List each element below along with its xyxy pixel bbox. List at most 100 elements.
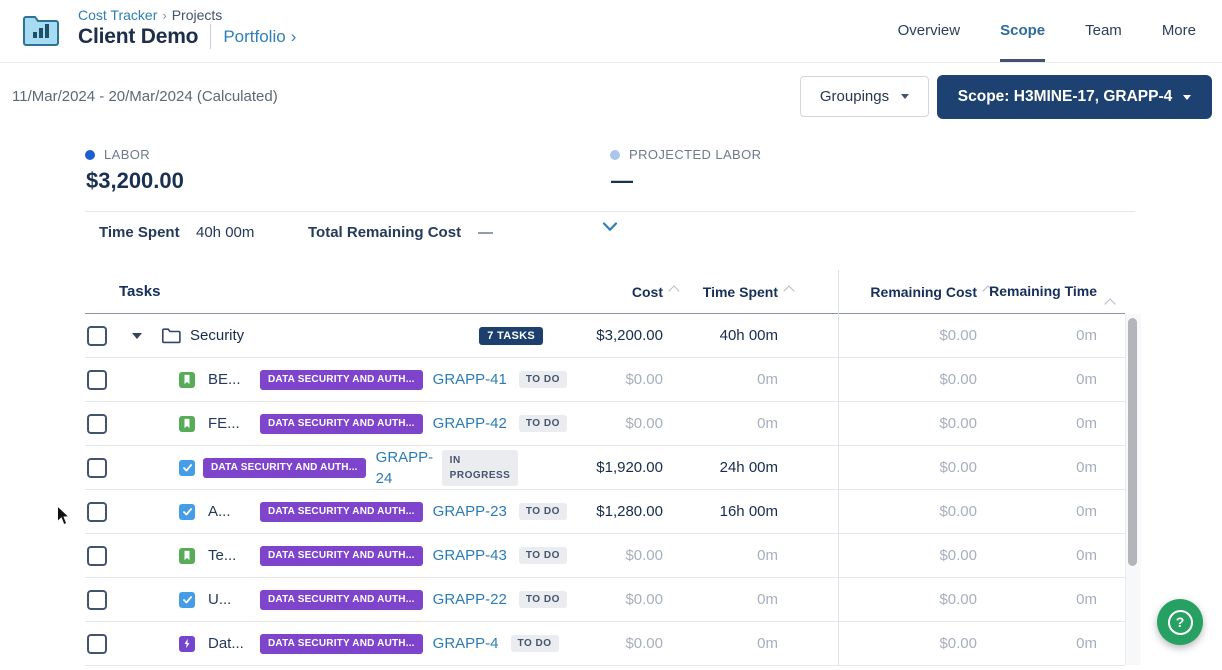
cost-value: $0.00 xyxy=(548,547,663,564)
remaining-cost-value: $0.00 xyxy=(838,503,977,520)
vertical-scrollbar-thumb[interactable] xyxy=(1128,318,1137,566)
epic-label-badge[interactable]: DATA SECURITY AND AUTH... xyxy=(260,370,423,390)
page-title: Client Demo xyxy=(78,25,198,49)
tab-team[interactable]: Team xyxy=(1085,0,1122,62)
remaining-cost-value: $0.00 xyxy=(838,371,977,388)
collapse-summary-chevron-icon[interactable] xyxy=(602,220,618,238)
row-checkbox[interactable] xyxy=(87,414,107,434)
status-badge[interactable]: IN PROGRESS xyxy=(442,450,518,486)
task-title: A... xyxy=(208,503,252,520)
cost-tracker-scope-page: Cost Tracker › Projects Client Demo Portfo… xyxy=(0,0,1222,670)
row-checkbox[interactable] xyxy=(87,502,107,522)
task-icon xyxy=(179,592,195,608)
task-title: FE... xyxy=(208,415,252,432)
remaining-cost-value: $0.00 xyxy=(838,459,977,476)
remaining-time-value: 0m xyxy=(977,591,1097,608)
issue-key-link[interactable]: GRAPP-4 xyxy=(433,635,499,652)
remaining-time-value: 0m xyxy=(977,547,1097,564)
table-row: BE... DATA SECURITY AND AUTH... GRAPP-41… xyxy=(85,358,1125,402)
epic-icon xyxy=(179,636,195,652)
task-title: Dat... xyxy=(208,635,252,652)
task-cell: Te... DATA SECURITY AND AUTH... GRAPP-43… xyxy=(85,546,548,566)
story-icon xyxy=(179,548,195,564)
table-body: BE... DATA SECURITY AND AUTH... GRAPP-41… xyxy=(85,358,1125,666)
remaining-cost-value: $0.00 xyxy=(838,415,977,432)
tab-more[interactable]: More xyxy=(1162,0,1196,62)
column-header-remaining-cost[interactable]: Remaining Cost xyxy=(838,284,977,300)
row-checkbox[interactable] xyxy=(87,458,107,478)
row-checkbox[interactable] xyxy=(87,370,107,390)
table-row: A... DATA SECURITY AND AUTH... GRAPP-23 … xyxy=(85,490,1125,534)
remaining-cost-value: $0.00 xyxy=(838,591,977,608)
group-cost-value: $3,200.00 xyxy=(548,327,663,344)
epic-label-badge[interactable]: DATA SECURITY AND AUTH... xyxy=(260,502,423,522)
task-title: BE... xyxy=(208,371,252,388)
epic-label-badge[interactable]: DATA SECURITY AND AUTH... xyxy=(203,458,366,478)
issue-key-link[interactable]: GRAPP-43 xyxy=(433,547,507,564)
expand-collapse-caret-icon[interactable] xyxy=(132,333,142,339)
title-divider xyxy=(210,24,211,49)
tab-scope[interactable]: Scope xyxy=(1000,0,1045,62)
column-header-cost[interactable]: Cost xyxy=(548,284,663,300)
group-name: Security xyxy=(190,327,244,344)
breadcrumb-separator: › xyxy=(162,8,166,23)
row-checkbox[interactable] xyxy=(87,590,107,610)
help-button[interactable]: ? xyxy=(1157,599,1203,645)
issue-key-link[interactable]: GRAPP-41 xyxy=(433,371,507,388)
table-header-row: Tasks Cost Time Spent Remaining Cost Rem… xyxy=(85,270,1125,314)
groupings-dropdown-button[interactable]: Groupings xyxy=(800,76,929,117)
task-title: U... xyxy=(208,591,252,608)
task-icon xyxy=(179,460,195,476)
task-count-badge: 7 TASKS xyxy=(479,327,543,345)
issue-key-link[interactable]: GRAPP-22 xyxy=(433,591,507,608)
group-remaining-cost-value: $0.00 xyxy=(838,327,977,344)
task-cell: Dat... DATA SECURITY AND AUTH... GRAPP-4… xyxy=(85,634,548,654)
epic-label-badge[interactable]: DATA SECURITY AND AUTH... xyxy=(260,634,423,654)
cost-value: $1,920.00 xyxy=(548,459,663,476)
remaining-time-value: 0m xyxy=(977,635,1097,652)
sort-caret-icon xyxy=(1104,298,1115,309)
issue-key-link[interactable]: GRAPP-42 xyxy=(433,415,507,432)
row-checkbox[interactable] xyxy=(87,546,107,566)
question-mark-icon: ? xyxy=(1168,610,1193,635)
row-checkbox[interactable] xyxy=(87,634,107,654)
total-remaining-cost-label: Total Remaining Cost xyxy=(308,224,461,241)
epic-label-badge[interactable]: DATA SECURITY AND AUTH... xyxy=(260,590,423,610)
breadcrumb-root-link[interactable]: Cost Tracker xyxy=(78,7,157,23)
cost-value: $0.00 xyxy=(548,591,663,608)
labor-value: $3,200.00 xyxy=(86,168,184,194)
table-row: Te... DATA SECURITY AND AUTH... GRAPP-43… xyxy=(85,534,1125,578)
issue-key-link[interactable]: GRAPP-23 xyxy=(433,503,507,520)
folder-icon xyxy=(161,327,181,344)
column-header-time-spent[interactable]: Time Spent xyxy=(663,284,778,300)
group-checkbox[interactable] xyxy=(87,326,107,346)
story-icon xyxy=(179,372,195,388)
portfolio-link[interactable]: Portfolio› xyxy=(223,27,296,47)
table-row: FE... DATA SECURITY AND AUTH... GRAPP-42… xyxy=(85,402,1125,446)
mouse-cursor-icon xyxy=(56,505,72,527)
time-spent-value: 24h 00m xyxy=(663,459,778,476)
labor-dot-icon xyxy=(85,150,95,160)
epic-label-badge[interactable]: DATA SECURITY AND AUTH... xyxy=(260,414,423,434)
total-remaining-cost-value: — xyxy=(478,224,493,241)
tab-overview[interactable]: Overview xyxy=(898,0,961,62)
projected-labor-summary: PROJECTED LABOR — xyxy=(610,147,761,194)
table-row: U... DATA SECURITY AND AUTH... GRAPP-22 … xyxy=(85,578,1125,622)
table-row: DATA SECURITY AND AUTH... GRAPP-24 IN PR… xyxy=(85,446,1125,490)
table-row: Dat... DATA SECURITY AND AUTH... GRAPP-4… xyxy=(85,622,1125,666)
time-spent-value: 0m xyxy=(663,415,778,432)
issue-key-link[interactable]: GRAPP-24 xyxy=(376,447,430,489)
summary-divider xyxy=(85,211,1135,212)
column-header-remaining-time[interactable]: Remaining Time xyxy=(977,281,1097,303)
remaining-time-value: 0m xyxy=(977,415,1097,432)
tasks-cost-table: Tasks Cost Time Spent Remaining Cost Rem… xyxy=(85,270,1125,666)
group-remaining-time-value: 0m xyxy=(977,327,1097,344)
breadcrumb-current: Projects xyxy=(172,7,223,23)
epic-label-badge[interactable]: DATA SECURITY AND AUTH... xyxy=(260,546,423,566)
time-spent-label: Time Spent xyxy=(99,224,180,241)
remaining-time-value: 0m xyxy=(977,459,1097,476)
nav-tabs: Overview Scope Team More xyxy=(898,0,1196,62)
scope-dropdown-button[interactable]: Scope: H3MINE-17, GRAPP-4 xyxy=(937,75,1212,119)
chevron-down-icon xyxy=(1183,95,1191,100)
projected-labor-dot-icon xyxy=(610,150,620,160)
